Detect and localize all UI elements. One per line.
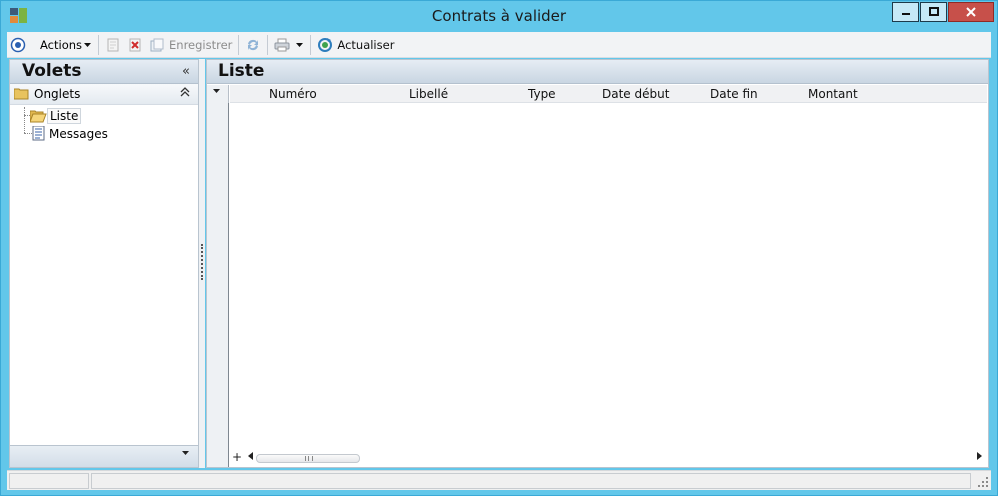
grid-menu-button[interactable] (207, 85, 229, 103)
print-button[interactable] (271, 34, 293, 56)
collapse-panel-button[interactable]: « (182, 64, 190, 79)
tree-item-liste[interactable]: Liste (30, 107, 82, 124)
group-header[interactable]: Onglets (10, 84, 198, 105)
chevron-left-icon (248, 452, 253, 460)
grid-body[interactable] (230, 104, 987, 449)
column-header-type[interactable]: Type (528, 87, 556, 101)
printer-icon (274, 38, 290, 51)
tree-connector (24, 115, 25, 133)
close-button[interactable] (948, 2, 994, 22)
folder-open-icon (30, 110, 47, 122)
chevron-down-icon (213, 89, 220, 93)
save-label: Enregistrer (169, 37, 233, 52)
splitter-grip (201, 244, 203, 280)
refresh-button[interactable]: Actualiser (314, 34, 397, 56)
document-icon (32, 126, 45, 141)
chevron-down-icon (296, 42, 304, 47)
tree-item-label: Liste (47, 107, 82, 124)
toolbar-separator (267, 34, 269, 55)
navigation-button[interactable] (7, 34, 29, 56)
maximize-icon (928, 7, 939, 16)
column-header-numero[interactable]: Numéro (269, 87, 317, 101)
toolbar-separator (98, 34, 100, 55)
save-button[interactable]: Enregistrer (146, 34, 235, 56)
tree-view: Liste Messages (10, 105, 198, 425)
data-grid: Numéro Libellé Type Date début Date fin … (207, 85, 988, 467)
main-panel-title: Liste (218, 61, 265, 81)
target-icon (10, 37, 26, 52)
actions-menu-button[interactable]: Actions (37, 34, 95, 56)
column-header-montant[interactable]: Montant (808, 87, 858, 101)
status-pane (91, 473, 971, 489)
delete-icon (129, 38, 141, 51)
delete-button[interactable] (124, 34, 146, 56)
print-dropdown-button[interactable] (293, 34, 307, 56)
chevron-down-icon (182, 451, 189, 455)
grid-header: Numéro Libellé Type Date début Date fin … (230, 85, 987, 103)
panel-splitter[interactable] (199, 59, 205, 468)
toolbar-separator (310, 34, 312, 55)
refresh-icon (318, 37, 333, 52)
chevron-right-icon (977, 452, 982, 460)
tree-item-label: Messages (49, 126, 108, 141)
chevron-down-icon (84, 42, 92, 47)
scrollbar-grip (305, 456, 313, 461)
minimize-button[interactable] (892, 2, 919, 22)
sync-button[interactable] (242, 34, 264, 56)
refresh-label: Actualiser (337, 37, 395, 52)
chevron-double-up-icon (180, 87, 190, 97)
left-panel-title: Volets (22, 61, 82, 81)
scrollbar-thumb[interactable] (256, 454, 360, 463)
close-icon (966, 7, 976, 17)
application-window: Contrats à valider Actions Enregistrer A… (0, 0, 998, 496)
left-panel-header: Volets « (10, 60, 198, 84)
status-bar (7, 470, 991, 490)
main-panel-header: Liste (207, 60, 988, 84)
title-bar[interactable]: Contrats à valider (1, 1, 997, 31)
column-header-date-debut[interactable]: Date début (602, 87, 669, 101)
tree-item-messages[interactable]: Messages (30, 125, 110, 142)
toolbar: Actions Enregistrer Actualiser (7, 32, 991, 58)
actions-label: Actions (40, 37, 83, 52)
left-panel: Volets « Onglets Liste Messages (9, 59, 199, 468)
new-document-icon (107, 38, 119, 51)
toolbar-separator (238, 34, 240, 55)
grid-row-header (207, 103, 229, 467)
folder-icon (14, 88, 29, 100)
main-panel: Liste Numéro Libellé Type Date début Dat… (206, 59, 989, 468)
group-toggle-button[interactable] (180, 86, 190, 100)
scroll-left-button[interactable] (246, 450, 256, 466)
left-panel-footer[interactable] (10, 445, 198, 467)
maximize-button[interactable] (920, 2, 947, 22)
minimize-icon (901, 13, 910, 15)
group-label: Onglets (34, 87, 81, 101)
resize-grip-icon[interactable] (978, 477, 988, 487)
window-title: Contrats à valider (431, 7, 567, 25)
column-header-libelle[interactable]: Libellé (409, 87, 448, 101)
add-row-button[interactable]: + (230, 450, 244, 466)
scroll-right-button[interactable] (975, 450, 985, 466)
horizontal-scrollbar[interactable]: + (230, 450, 987, 466)
save-icon (150, 38, 164, 51)
sync-icon (248, 39, 259, 50)
status-pane (9, 473, 89, 489)
new-button[interactable] (102, 34, 124, 56)
column-header-date-fin[interactable]: Date fin (710, 87, 758, 101)
